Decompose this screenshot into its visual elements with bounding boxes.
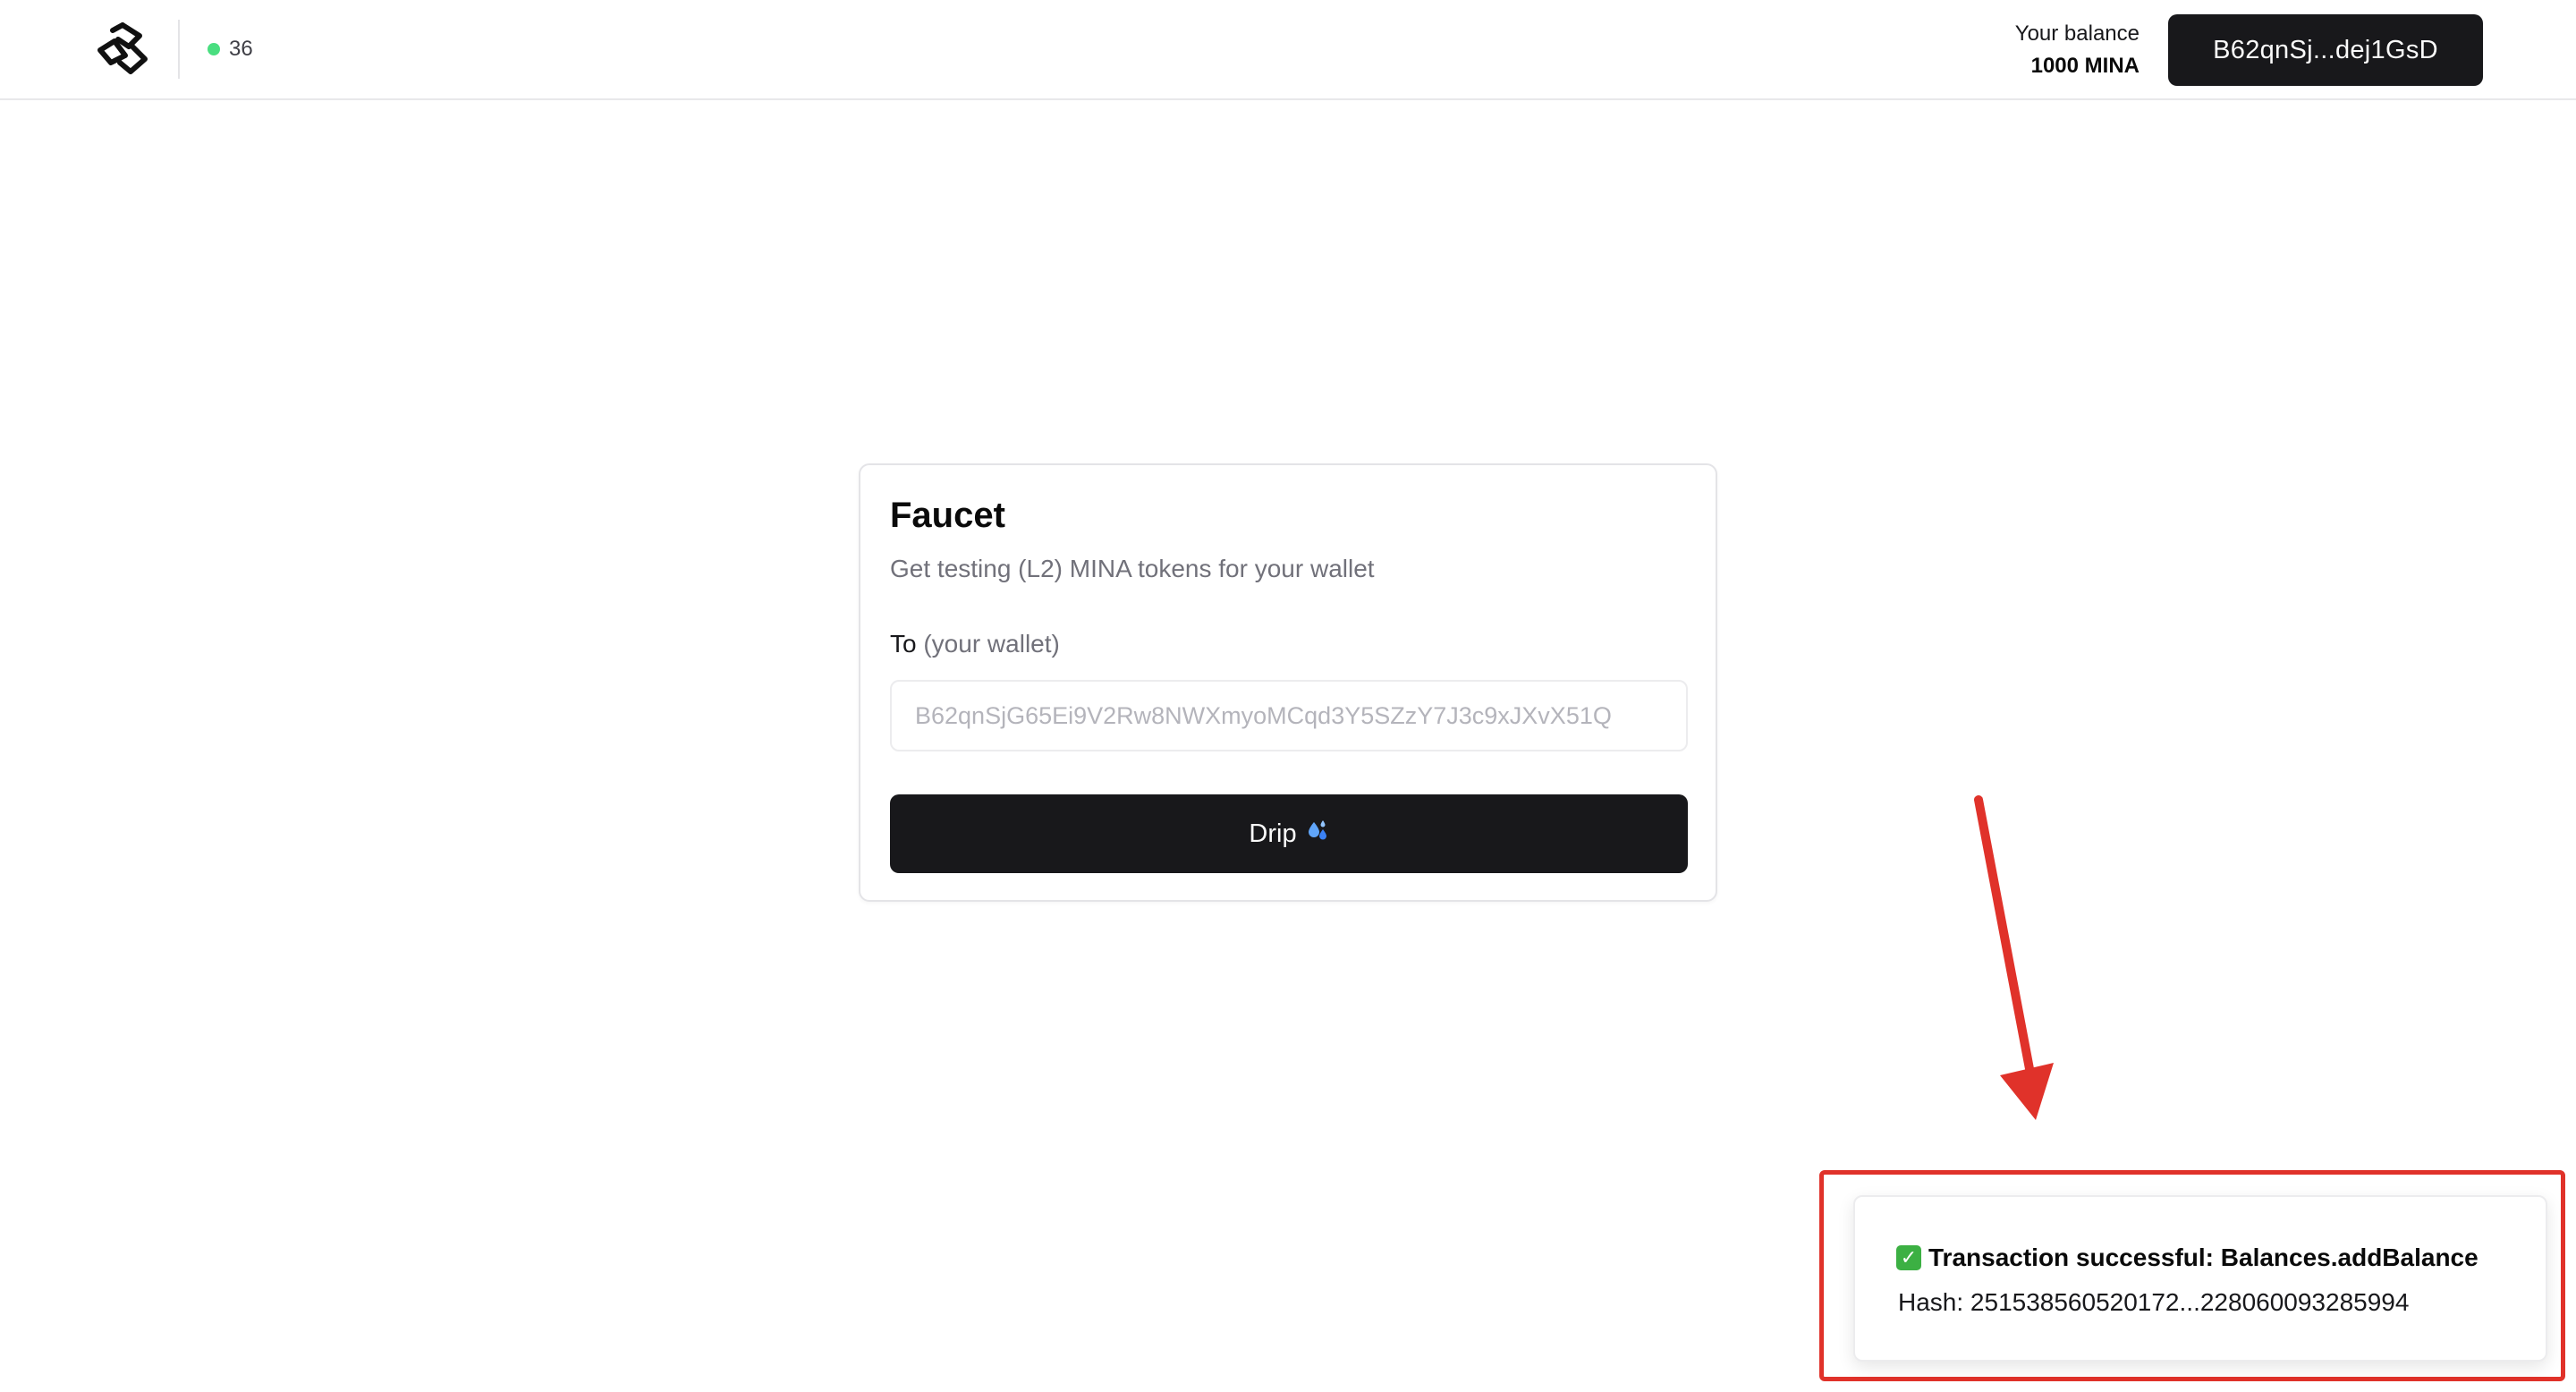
block-height-indicator: 36 — [208, 34, 253, 64]
header-divider — [178, 20, 180, 79]
card-title: Faucet — [890, 496, 1005, 535]
balance-value: 1000 MINA — [2030, 54, 2140, 78]
toast-title: ✓ Transaction successful: Balances.addBa… — [1896, 1243, 2479, 1272]
transaction-toast[interactable]: ✓ Transaction successful: Balances.addBa… — [1853, 1195, 2547, 1362]
balance-display: Your balance 1000 MINA — [2015, 18, 2140, 82]
top-header: 36 Your balance 1000 MINA B62qnSj...dej1… — [0, 0, 2576, 100]
field-label-text: To — [890, 630, 917, 658]
balance-label: Your balance — [2014, 21, 2140, 46]
wallet-address-input[interactable] — [890, 680, 1688, 751]
toast-title-text: Transaction successful: Balances.addBala… — [1928, 1243, 2479, 1271]
wallet-address-button[interactable]: B62qnSj...dej1GsD — [2168, 14, 2483, 86]
drip-button[interactable]: Drip — [890, 794, 1688, 873]
check-mark-icon: ✓ — [1896, 1245, 1921, 1270]
faucet-card: Faucet Get testing (L2) MINA tokens for … — [859, 463, 1717, 902]
protokit-logo-icon[interactable] — [93, 20, 152, 79]
field-label-hint: (your wallet) — [923, 630, 1060, 658]
block-height: 36 — [229, 37, 253, 61]
annotation-arrow-icon — [1974, 795, 2054, 1120]
toast-hash: Hash: 251538560520172...228060093285994 — [1898, 1288, 2410, 1316]
card-subtitle: Get testing (L2) MINA tokens for your wa… — [890, 555, 1375, 582]
wallet-field-label: To (your wallet) — [890, 630, 1060, 658]
droplets-icon — [1306, 819, 1329, 849]
status-dot-icon — [208, 43, 220, 55]
drip-button-label: Drip — [1249, 819, 1297, 848]
